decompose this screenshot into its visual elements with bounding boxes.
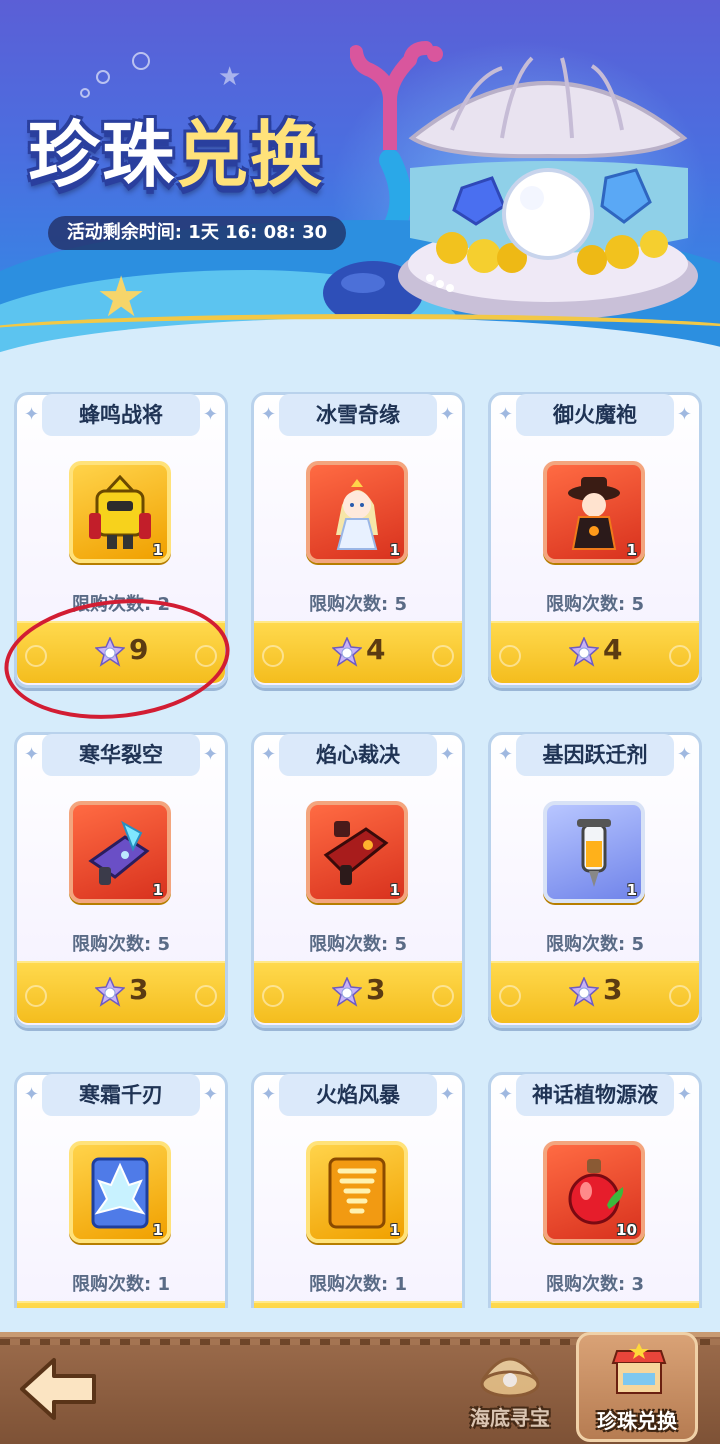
- item-name: 冰雪奇缘: [261, 394, 455, 436]
- item-name: 焰心裁决: [261, 734, 455, 776]
- swirl-decoration: [262, 985, 284, 1007]
- pearl-star-icon: [332, 977, 362, 1007]
- item-quantity: 10: [616, 1221, 637, 1239]
- swirl-decoration: [432, 985, 454, 1007]
- item-quantity: 1: [389, 1221, 400, 1239]
- tab-pearl-exchange[interactable]: 珍珠兑换: [576, 1332, 698, 1442]
- swirl-decoration: [262, 645, 284, 667]
- item-quantity: 1: [152, 1221, 163, 1239]
- item-quantity: 1: [626, 541, 637, 559]
- price-amount: 3: [129, 973, 149, 1006]
- item-quantity: 1: [626, 881, 637, 899]
- item-icon-frame[interactable]: 1: [69, 461, 171, 563]
- swirl-decoration: [195, 985, 217, 1007]
- buy-button[interactable]: 3: [17, 961, 225, 1023]
- back-arrow-icon[interactable]: [18, 1354, 98, 1424]
- purchase-limit: 限购次数: 5: [546, 934, 644, 955]
- exchange-grid: 蜂鸣战将 1 限购次数: 2 9 冰雪奇缘: [0, 380, 720, 1308]
- robot-mech-icon: [89, 475, 151, 549]
- bubble-decoration: [96, 70, 110, 84]
- item-name: 基因跃迁剂: [498, 734, 692, 776]
- purchase-limit: 限购次数: 5: [309, 594, 407, 615]
- item-icon-frame[interactable]: 1: [306, 801, 408, 903]
- buy-button[interactable]: [491, 1301, 699, 1308]
- exchange-card[interactable]: 冰雪奇缘 1 限购次数: 5 4: [251, 384, 465, 688]
- fire-mage-icon: [568, 477, 620, 550]
- star-decoration-icon: ★: [218, 62, 242, 92]
- pearl-shell-icon: [398, 56, 698, 320]
- purchase-limit: 限购次数: 1: [72, 1274, 170, 1295]
- buy-button[interactable]: 3: [491, 961, 699, 1023]
- exchange-card[interactable]: 基因跃迁剂 1 限购次数: 5 3: [488, 724, 702, 1028]
- item-name: 寒霜千刃: [24, 1074, 218, 1116]
- item-name: 火焰风暴: [261, 1074, 455, 1116]
- swirl-decoration: [25, 985, 47, 1007]
- buy-button[interactable]: [254, 1301, 462, 1308]
- tab-label: 珍珠兑换: [597, 1409, 677, 1433]
- item-quantity: 1: [389, 881, 400, 899]
- item-icon-frame[interactable]: 1: [543, 461, 645, 563]
- price-amount: 3: [366, 973, 386, 1006]
- swirl-decoration: [669, 985, 691, 1007]
- pearl-star-icon: [95, 977, 125, 1007]
- exchange-card[interactable]: 焰心裁决 1 限购次数: 5 3: [251, 724, 465, 1028]
- ice-crystal-card-icon: [91, 1157, 149, 1229]
- purchase-limit: 限购次数: 5: [309, 934, 407, 955]
- event-banner: ★ ★ ★ 珍珠兑换 活动剩余时间: 1天 16: 08: 30: [0, 0, 720, 355]
- ice-gun-icon: [88, 820, 150, 885]
- buy-button[interactable]: [17, 1301, 225, 1308]
- buy-button[interactable]: 4: [254, 621, 462, 683]
- item-name: 寒华裂空: [24, 734, 218, 776]
- exchange-card[interactable]: 寒华裂空 1 限购次数: 5 3: [14, 724, 228, 1028]
- price-amount: 4: [366, 633, 386, 666]
- item-name: 御火魔袍: [498, 394, 692, 436]
- fire-tornado-card-icon: [328, 1157, 386, 1229]
- syringe-icon: [577, 819, 611, 887]
- item-name: 蜂鸣战将: [24, 394, 218, 436]
- page-title: 珍珠兑换: [28, 113, 325, 197]
- purchase-limit: 限购次数: 3: [546, 1274, 644, 1295]
- timer-value: 1天 16: 08: 30: [188, 222, 328, 243]
- item-icon-frame[interactable]: 1: [306, 1141, 408, 1243]
- pearl-star-icon: [569, 637, 599, 667]
- bubble-decoration: [132, 52, 150, 70]
- potion-bottle-icon: [568, 1159, 624, 1225]
- exchange-card[interactable]: 神话植物源液 10 限购次数: 3: [488, 1064, 702, 1308]
- purchase-limit: 限购次数: 5: [72, 934, 170, 955]
- exchange-card[interactable]: 寒霜千刃 1 限购次数: 1: [14, 1064, 228, 1308]
- pearl-star-icon: [569, 977, 599, 1007]
- flame-gun-icon: [323, 821, 389, 885]
- price-amount: 3: [603, 973, 623, 1006]
- purchase-limit: 限购次数: 1: [309, 1274, 407, 1295]
- item-name: 神话植物源液: [498, 1074, 692, 1116]
- tab-deep-sea-treasure[interactable]: 海底寻宝: [452, 1338, 568, 1438]
- item-quantity: 1: [152, 881, 163, 899]
- buy-button[interactable]: 4: [491, 621, 699, 683]
- swirl-decoration: [669, 645, 691, 667]
- event-timer: 活动剩余时间: 1天 16: 08: 30: [48, 216, 346, 250]
- shell-treasure-icon: [480, 1357, 540, 1398]
- item-icon-frame[interactable]: 1: [306, 461, 408, 563]
- item-icon-frame[interactable]: 1: [69, 1141, 171, 1243]
- price-amount: 4: [603, 633, 623, 666]
- ice-princess-icon: [336, 479, 378, 550]
- item-icon-frame[interactable]: 1: [543, 801, 645, 903]
- timer-label: 活动剩余时间:: [66, 222, 183, 243]
- swirl-decoration: [432, 645, 454, 667]
- item-quantity: 1: [152, 541, 163, 559]
- buy-button[interactable]: 3: [254, 961, 462, 1023]
- purchase-limit: 限购次数: 5: [546, 594, 644, 615]
- shop-stall-icon: [611, 1343, 667, 1394]
- swirl-decoration: [499, 645, 521, 667]
- tab-label: 海底寻宝: [470, 1406, 550, 1430]
- exchange-card[interactable]: 御火魔袍 1 限购次数: 5 4: [488, 384, 702, 688]
- item-icon-frame[interactable]: 10: [543, 1141, 645, 1243]
- item-quantity: 1: [389, 541, 400, 559]
- item-icon-frame[interactable]: 1: [69, 801, 171, 903]
- swirl-decoration: [499, 985, 521, 1007]
- exchange-card[interactable]: 火焰风暴 1 限购次数: 1: [251, 1064, 465, 1308]
- pearl-star-icon: [332, 637, 362, 667]
- starfish-icon: ★: [96, 265, 147, 330]
